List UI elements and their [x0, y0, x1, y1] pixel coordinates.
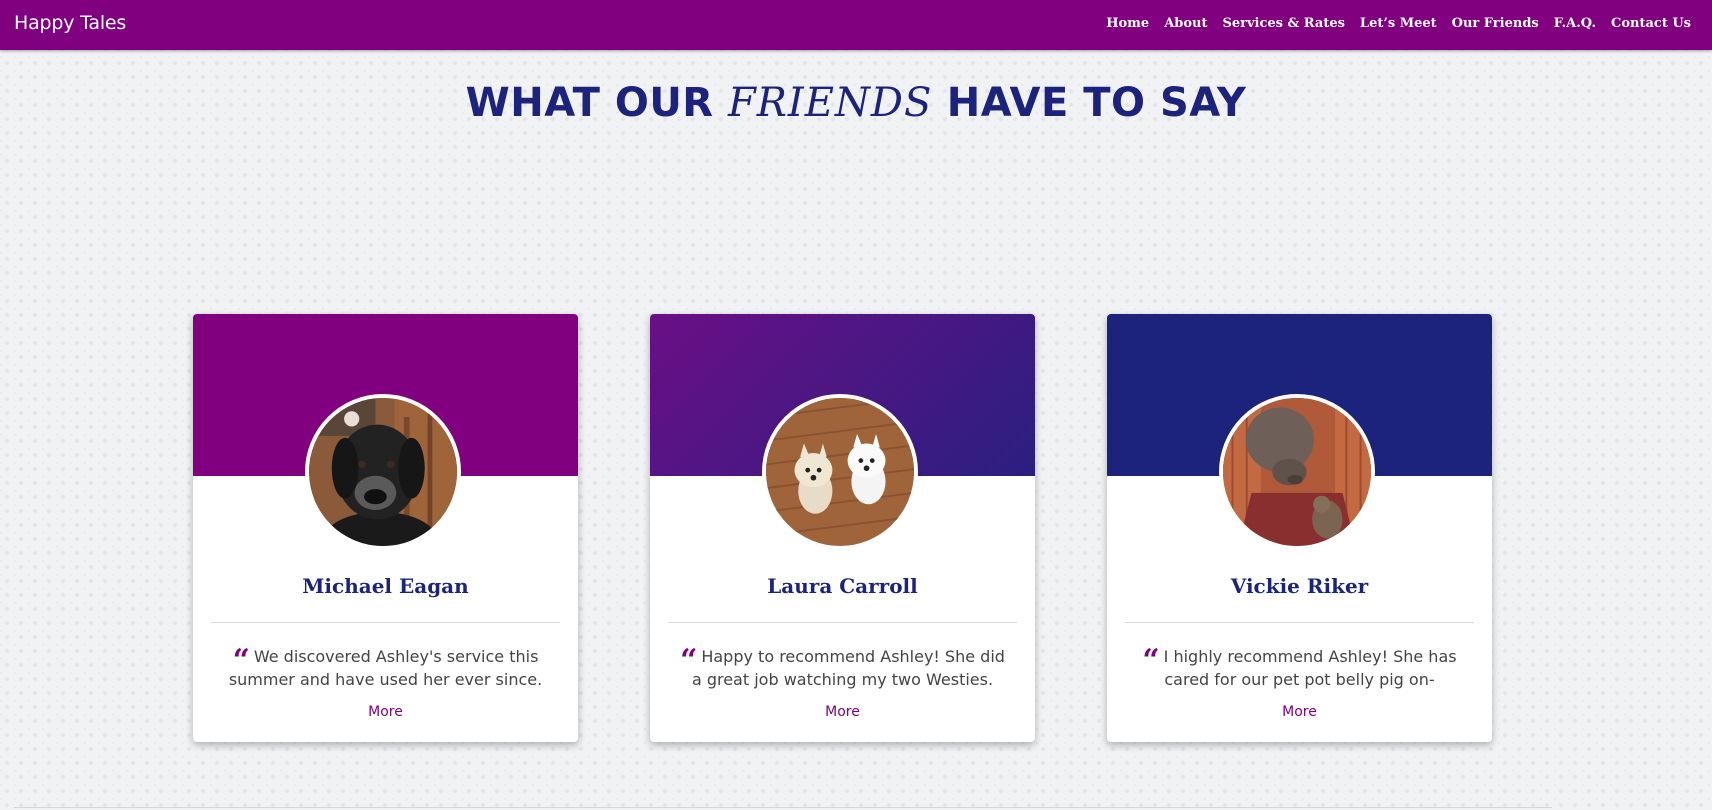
nav-link-services-rates[interactable]: Services & Rates — [1223, 16, 1345, 31]
testimonial-card: Michael Eagan “We discovered Ashley's se… — [193, 314, 578, 742]
testimonial-quote-text: We discovered Ashley's service this summ… — [228, 647, 543, 689]
nav-link-faq[interactable]: F.A.Q. — [1554, 16, 1596, 31]
divider — [1125, 622, 1474, 623]
quote-left-icon: “ — [680, 646, 698, 678]
testimonial-card: Laura Carroll “Happy to recommend Ashley… — [650, 314, 1035, 742]
nav-links: Home About Services & Rates Let’s Meet O… — [1106, 16, 1691, 31]
bottom-divider — [14, 807, 1552, 808]
heading-part-1: WHAT OUR — [465, 80, 729, 126]
nav-link-home[interactable]: Home — [1106, 16, 1149, 31]
testimonial-name: Michael Eagan — [302, 574, 469, 598]
quote-left-icon: “ — [232, 646, 250, 678]
nav-link-our-friends[interactable]: Our Friends — [1452, 16, 1539, 31]
nav-link-contact-us[interactable]: Contact Us — [1611, 16, 1691, 31]
brand-logo[interactable]: Happy Tales — [14, 12, 126, 34]
quote-left-icon: “ — [1142, 646, 1160, 678]
testimonial-quote: “Happy to recommend Ashley! She did a gr… — [680, 646, 1005, 690]
black-lab-dog-photo — [309, 398, 457, 546]
testimonial-quote: “I highly recommend Ashley! She has care… — [1137, 646, 1462, 690]
testimonial-name: Vickie Riker — [1230, 574, 1369, 598]
testimonial-quote-text: Happy to recommend Ashley! She did a gre… — [691, 647, 1005, 689]
testimonial-quote-text: I highly recommend Ashley! She has cared… — [1163, 647, 1457, 689]
heading-script-word: FRIENDS — [728, 80, 933, 126]
testimonial-name: Laura Carroll — [767, 574, 918, 598]
avatar — [762, 394, 918, 550]
divider — [668, 622, 1017, 623]
pot-belly-pig-photo — [1223, 398, 1371, 546]
nav-link-lets-meet[interactable]: Let’s Meet — [1360, 16, 1437, 31]
nav-link-about[interactable]: About — [1164, 16, 1207, 31]
avatar — [305, 394, 461, 550]
top-navbar: Happy Tales Home About Services & Rates … — [0, 0, 1712, 50]
more-link[interactable]: More — [1107, 704, 1492, 720]
avatar — [1219, 394, 1375, 550]
testimonial-card: Vickie Riker “I highly recommend Ashley!… — [1107, 314, 1492, 742]
testimonial-quote: “We discovered Ashley's service this sum… — [223, 646, 548, 690]
divider — [211, 622, 560, 623]
more-link[interactable]: More — [193, 704, 578, 720]
two-westies-photo — [766, 398, 914, 546]
section-heading: WHAT OUR FRIENDS HAVE TO SAY — [0, 80, 1712, 126]
heading-part-2: HAVE TO SAY — [932, 80, 1247, 126]
more-link[interactable]: More — [650, 704, 1035, 720]
